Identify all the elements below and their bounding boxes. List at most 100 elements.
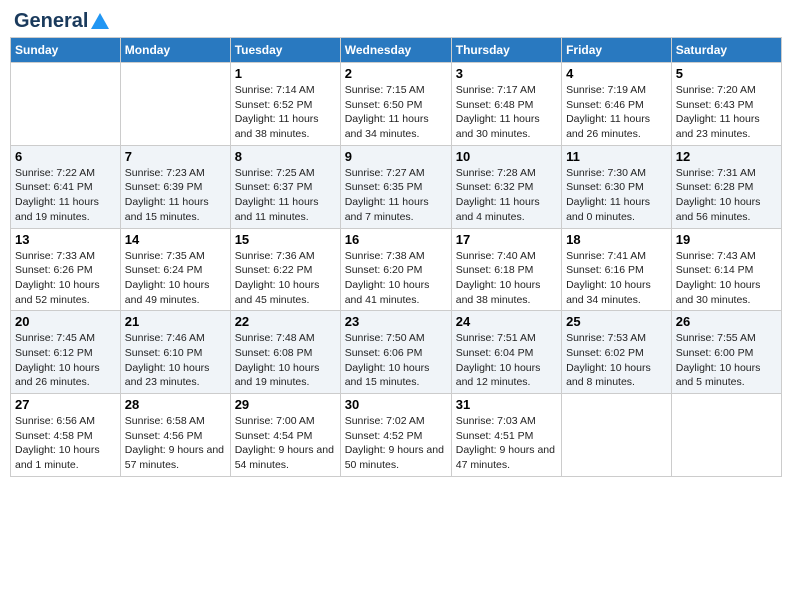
day-detail: Sunrise: 7:45 AMSunset: 6:12 PMDaylight:…: [15, 331, 116, 390]
day-number: 26: [676, 314, 777, 329]
day-detail: Sunrise: 7:00 AMSunset: 4:54 PMDaylight:…: [235, 414, 336, 473]
calendar-cell: 27 Sunrise: 6:56 AMSunset: 4:58 PMDayligh…: [11, 394, 121, 477]
day-number: 20: [15, 314, 116, 329]
calendar-cell: 7Sunrise: 7:23 AMSunset: 6:39 PMDaylight…: [120, 145, 230, 228]
calendar-cell: 21 Sunrise: 7:46 AMSunset: 6:10 PMDayligh…: [120, 311, 230, 394]
calendar-cell: 9Sunrise: 7:27 AMSunset: 6:35 PMDaylight…: [340, 145, 451, 228]
day-detail: Sunrise: 7:31 AMSunset: 6:28 PMDaylight:…: [676, 166, 777, 225]
calendar-cell: 1 Sunrise: 7:14 AMSunset: 6:52 PMDaylight…: [230, 63, 340, 146]
day-number: 29: [235, 397, 336, 412]
day-detail: Sunrise: 7:03 AMSunset: 4:51 PMDaylight:…: [456, 414, 557, 473]
day-number: 27: [15, 397, 116, 412]
day-detail: Sunrise: 7:20 AMSunset: 6:43 PMDaylight:…: [676, 83, 777, 142]
day-number: 8: [235, 149, 336, 164]
day-number: 5: [676, 66, 777, 81]
calendar-cell: 5 Sunrise: 7:20 AMSunset: 6:43 PMDaylight…: [671, 63, 781, 146]
day-detail: Sunrise: 7:50 AMSunset: 6:06 PMDaylight:…: [345, 331, 447, 390]
calendar-cell: 22 Sunrise: 7:48 AMSunset: 6:08 PMDayligh…: [230, 311, 340, 394]
calendar-table: SundayMondayTuesdayWednesdayThursdayFrid…: [10, 37, 782, 477]
day-number: 25: [566, 314, 667, 329]
logo-general: General: [14, 10, 88, 33]
weekday-header: Tuesday: [230, 38, 340, 63]
day-number: 16: [345, 232, 447, 247]
day-detail: Sunrise: 7:30 AMSunset: 6:30 PMDaylight:…: [566, 166, 667, 225]
calendar-cell: 19 Sunrise: 7:43 AMSunset: 6:14 PMDayligh…: [671, 228, 781, 311]
calendar-cell: 25 Sunrise: 7:53 AMSunset: 6:02 PMDayligh…: [562, 311, 672, 394]
day-detail: Sunrise: 7:25 AMSunset: 6:37 PMDaylight:…: [235, 166, 336, 225]
day-number: 17: [456, 232, 557, 247]
day-number: 24: [456, 314, 557, 329]
calendar-cell: [11, 63, 121, 146]
weekday-header: Saturday: [671, 38, 781, 63]
logo: General: [14, 10, 112, 29]
day-detail: Sunrise: 7:43 AMSunset: 6:14 PMDaylight:…: [676, 249, 777, 308]
day-number: 2: [345, 66, 447, 81]
calendar-cell: 16 Sunrise: 7:38 AMSunset: 6:20 PMDayligh…: [340, 228, 451, 311]
calendar-cell: 18Sunrise: 7:41 AMSunset: 6:16 PMDayligh…: [562, 228, 672, 311]
calendar-cell: 20 Sunrise: 7:45 AMSunset: 6:12 PMDayligh…: [11, 311, 121, 394]
day-number: 13: [15, 232, 116, 247]
calendar-cell: 24 Sunrise: 7:51 AMSunset: 6:04 PMDayligh…: [451, 311, 561, 394]
calendar-cell: 6Sunrise: 7:22 AMSunset: 6:41 PMDaylight…: [11, 145, 121, 228]
day-detail: Sunrise: 7:48 AMSunset: 6:08 PMDaylight:…: [235, 331, 336, 390]
day-number: 11: [566, 149, 667, 164]
day-detail: Sunrise: 7:40 AMSunset: 6:18 PMDaylight:…: [456, 249, 557, 308]
calendar-cell: 17 Sunrise: 7:40 AMSunset: 6:18 PMDayligh…: [451, 228, 561, 311]
day-detail: Sunrise: 7:22 AMSunset: 6:41 PMDaylight:…: [15, 166, 116, 225]
calendar-cell: 11 Sunrise: 7:30 AMSunset: 6:30 PMDayligh…: [562, 145, 672, 228]
day-detail: Sunrise: 7:53 AMSunset: 6:02 PMDaylight:…: [566, 331, 667, 390]
weekday-header: Sunday: [11, 38, 121, 63]
day-detail: Sunrise: 7:41 AMSunset: 6:16 PMDaylight:…: [566, 249, 667, 308]
day-detail: Sunrise: 7:17 AMSunset: 6:48 PMDaylight:…: [456, 83, 557, 142]
day-number: 1: [235, 66, 336, 81]
day-detail: Sunrise: 6:58 AMSunset: 4:56 PMDaylight:…: [125, 414, 226, 473]
day-number: 14: [125, 232, 226, 247]
day-detail: Sunrise: 6:56 AMSunset: 4:58 PMDaylight:…: [15, 414, 116, 473]
calendar-cell: [120, 63, 230, 146]
day-detail: Sunrise: 7:23 AMSunset: 6:39 PMDaylight:…: [125, 166, 226, 225]
weekday-header: Monday: [120, 38, 230, 63]
calendar-cell: 4Sunrise: 7:19 AMSunset: 6:46 PMDaylight…: [562, 63, 672, 146]
logo-icon: [89, 11, 111, 33]
calendar-cell: 29 Sunrise: 7:00 AMSunset: 4:54 PMDayligh…: [230, 394, 340, 477]
day-detail: Sunrise: 7:55 AMSunset: 6:00 PMDaylight:…: [676, 331, 777, 390]
calendar-week-row: 1 Sunrise: 7:14 AMSunset: 6:52 PMDaylight…: [11, 63, 782, 146]
calendar-cell: [562, 394, 672, 477]
weekday-header: Thursday: [451, 38, 561, 63]
day-detail: Sunrise: 7:14 AMSunset: 6:52 PMDaylight:…: [235, 83, 336, 142]
calendar-week-row: 6Sunrise: 7:22 AMSunset: 6:41 PMDaylight…: [11, 145, 782, 228]
calendar-cell: 30 Sunrise: 7:02 AMSunset: 4:52 PMDayligh…: [340, 394, 451, 477]
calendar-cell: 13Sunrise: 7:33 AMSunset: 6:26 PMDayligh…: [11, 228, 121, 311]
day-detail: Sunrise: 7:36 AMSunset: 6:22 PMDaylight:…: [235, 249, 336, 308]
day-number: 12: [676, 149, 777, 164]
day-detail: Sunrise: 7:51 AMSunset: 6:04 PMDaylight:…: [456, 331, 557, 390]
calendar-cell: 8 Sunrise: 7:25 AMSunset: 6:37 PMDaylight…: [230, 145, 340, 228]
day-number: 22: [235, 314, 336, 329]
calendar-cell: 31 Sunrise: 7:03 AMSunset: 4:51 PMDayligh…: [451, 394, 561, 477]
day-number: 28: [125, 397, 226, 412]
day-number: 23: [345, 314, 447, 329]
calendar-cell: 3 Sunrise: 7:17 AMSunset: 6:48 PMDaylight…: [451, 63, 561, 146]
day-detail: Sunrise: 7:38 AMSunset: 6:20 PMDaylight:…: [345, 249, 447, 308]
day-number: 31: [456, 397, 557, 412]
day-number: 19: [676, 232, 777, 247]
calendar-cell: 28 Sunrise: 6:58 AMSunset: 4:56 PMDayligh…: [120, 394, 230, 477]
calendar-cell: 23 Sunrise: 7:50 AMSunset: 6:06 PMDayligh…: [340, 311, 451, 394]
page-header: General: [10, 10, 782, 29]
calendar-cell: 14 Sunrise: 7:35 AMSunset: 6:24 PMDayligh…: [120, 228, 230, 311]
calendar-week-row: 13Sunrise: 7:33 AMSunset: 6:26 PMDayligh…: [11, 228, 782, 311]
calendar-header-row: SundayMondayTuesdayWednesdayThursdayFrid…: [11, 38, 782, 63]
day-detail: Sunrise: 7:19 AMSunset: 6:46 PMDaylight:…: [566, 83, 667, 142]
day-detail: Sunrise: 7:46 AMSunset: 6:10 PMDaylight:…: [125, 331, 226, 390]
calendar-cell: 10Sunrise: 7:28 AMSunset: 6:32 PMDayligh…: [451, 145, 561, 228]
calendar-week-row: 27 Sunrise: 6:56 AMSunset: 4:58 PMDayligh…: [11, 394, 782, 477]
weekday-header: Friday: [562, 38, 672, 63]
day-number: 30: [345, 397, 447, 412]
calendar-cell: [671, 394, 781, 477]
day-detail: Sunrise: 7:35 AMSunset: 6:24 PMDaylight:…: [125, 249, 226, 308]
calendar-cell: 15Sunrise: 7:36 AMSunset: 6:22 PMDayligh…: [230, 228, 340, 311]
day-number: 3: [456, 66, 557, 81]
day-number: 10: [456, 149, 557, 164]
day-detail: Sunrise: 7:02 AMSunset: 4:52 PMDaylight:…: [345, 414, 447, 473]
day-number: 21: [125, 314, 226, 329]
